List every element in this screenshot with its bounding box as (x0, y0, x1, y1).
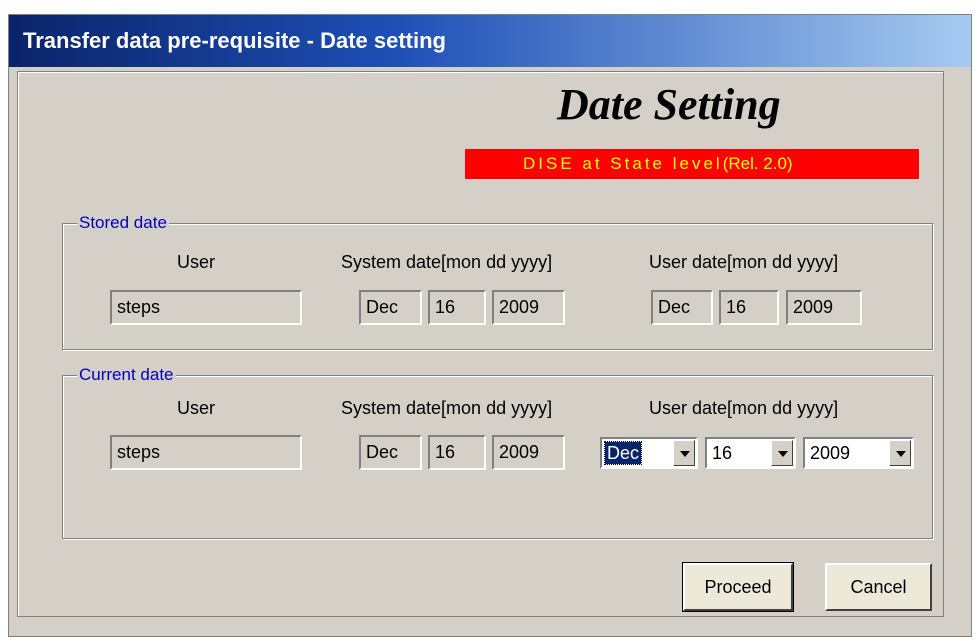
cancel-button-label: Cancel (850, 577, 907, 597)
title-bar[interactable]: Transfer data pre-requisite - Date setti… (9, 15, 971, 67)
user-day-value: 16 (712, 443, 733, 463)
page-heading: Date Setting (557, 80, 781, 129)
current-user-date-label: User date[mon dd yyyy] (649, 398, 839, 418)
chevron-down-icon[interactable] (673, 440, 695, 466)
current-system-month-field: Dec (359, 435, 422, 470)
stored-system-date-label: System date[mon dd yyyy] (341, 252, 553, 272)
stored-user-year-field: 2009 (786, 290, 862, 325)
chevron-down-icon[interactable] (771, 440, 793, 466)
release-banner: DISE at State level(Rel. 2.0) (465, 149, 919, 179)
current-user-field: steps (110, 435, 302, 470)
current-system-year-field: 2009 (492, 435, 565, 470)
stored-date-legend: Stored date (77, 213, 169, 232)
stored-user-label: User (177, 252, 216, 272)
stored-system-year-field: 2009 (492, 290, 565, 325)
user-year-value: 2009 (810, 443, 851, 463)
stored-system-day-field: 16 (428, 290, 486, 325)
user-day-select[interactable]: 16 (705, 437, 796, 469)
user-month-value: Dec (603, 441, 643, 465)
stored-user-month-field: Dec (651, 290, 713, 325)
stored-user-date-label: User date[mon dd yyyy] (649, 252, 839, 272)
current-system-date-label: System date[mon dd yyyy] (341, 398, 553, 418)
user-year-select[interactable]: 2009 (803, 437, 914, 469)
current-system-day-field: 16 (428, 435, 486, 470)
current-user-label: User (177, 398, 216, 418)
stored-user-day-field: 16 (719, 290, 779, 325)
stored-system-month-field: Dec (359, 290, 422, 325)
window-title: Transfer data pre-requisite - Date setti… (23, 28, 446, 53)
stored-date-group: Stored date (62, 214, 933, 350)
stored-user-field: steps (110, 290, 302, 325)
proceed-button-label: Proceed (704, 577, 772, 597)
banner-text: DISE at State level (523, 154, 723, 173)
user-month-select[interactable]: Dec (600, 437, 698, 469)
proceed-button[interactable]: Proceed (682, 562, 794, 612)
current-date-legend: Current date (77, 365, 176, 384)
chevron-down-icon[interactable] (889, 440, 911, 466)
cancel-button[interactable]: Cancel (825, 563, 932, 611)
banner-release: (Rel. 2.0) (722, 154, 793, 173)
